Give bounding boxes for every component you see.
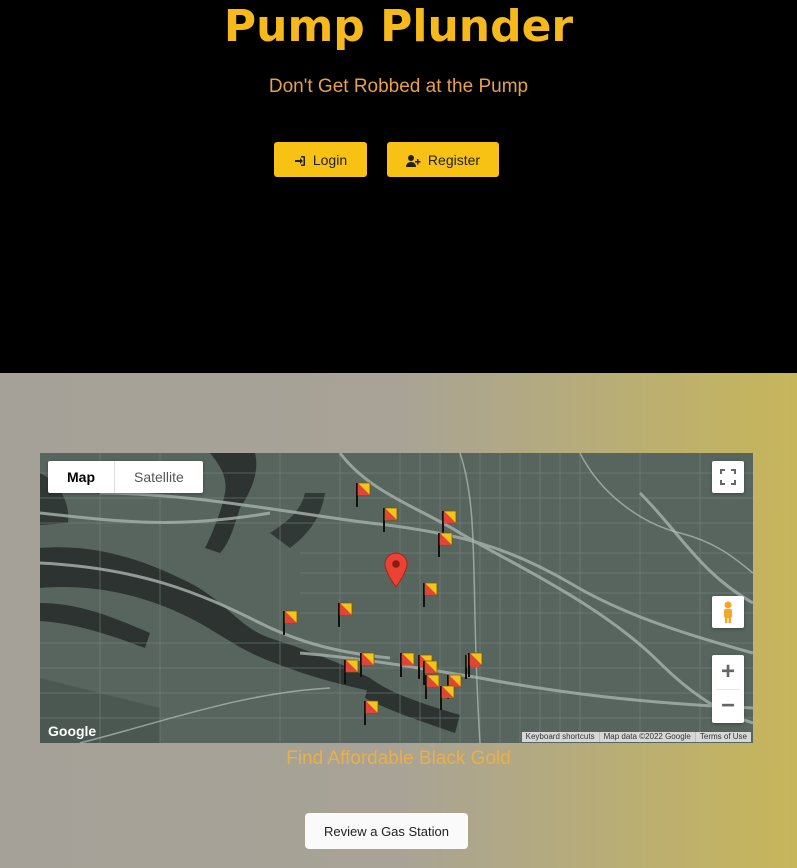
gas-station-map[interactable]: Map Satellite + − Google Keyboard shortc…	[40, 453, 753, 743]
review-gas-station-button[interactable]: Review a Gas Station	[305, 813, 468, 849]
gas-station-flag-icon[interactable]	[356, 482, 371, 507]
gas-station-flag-icon[interactable]	[338, 602, 353, 627]
sign-in-icon	[294, 154, 306, 166]
user-plus-icon	[405, 154, 421, 167]
section-tagline: Find Affordable Black Gold	[286, 748, 511, 769]
page-tagline: Don't Get Robbed at the Pump	[268, 76, 529, 97]
markers-layer	[283, 482, 483, 725]
login-button[interactable]: Login	[274, 142, 367, 177]
gas-station-flag-icon[interactable]	[344, 659, 359, 684]
page-title: Pump Plunder	[223, 1, 574, 52]
gas-station-flag-icon[interactable]	[425, 674, 440, 699]
hero-section: Pump Plunder Don't Get Robbed at the Pum…	[0, 0, 797, 373]
gas-station-flag-icon[interactable]	[283, 610, 298, 635]
gas-station-flag-icon[interactable]	[383, 507, 398, 532]
gas-station-flag-icon[interactable]	[364, 700, 379, 725]
register-button[interactable]: Register	[387, 142, 499, 177]
register-label: Register	[427, 151, 481, 168]
login-label: Login	[312, 151, 348, 168]
gas-station-flag-icon[interactable]	[440, 685, 455, 710]
gas-station-flag-icon[interactable]	[400, 652, 415, 677]
gas-station-flag-icon[interactable]	[468, 652, 483, 677]
gas-station-flag-icon[interactable]	[442, 510, 457, 535]
location-pin-icon[interactable]	[384, 552, 408, 588]
gas-station-flag-icon[interactable]	[438, 532, 453, 557]
gas-station-flag-icon[interactable]	[360, 652, 375, 677]
gas-station-flag-icon[interactable]	[423, 582, 438, 607]
